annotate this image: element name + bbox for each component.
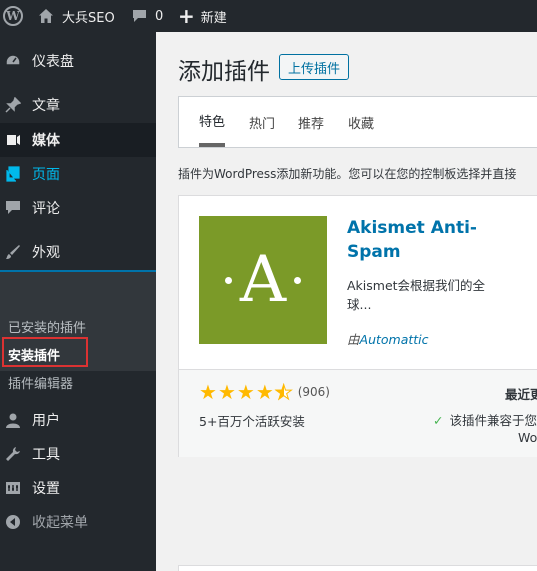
site-name-link[interactable]: 大兵SEO (38, 0, 115, 32)
brush-icon (6, 245, 20, 259)
submenu-installed-plugins[interactable]: 已安装的插件 (8, 317, 86, 336)
author-link[interactable]: Automattic (360, 332, 429, 347)
star-full-icon: ★ (217, 380, 236, 404)
logo-letter: A (239, 243, 287, 317)
menu-users-label: 用户 (32, 413, 60, 429)
star-full-icon: ★ (236, 380, 255, 404)
menu-media[interactable]: 媒体 (0, 123, 156, 157)
collapse-menu-label: 收起菜单 (32, 515, 88, 531)
star-full-icon: ★ (255, 380, 274, 404)
active-installs: 5+百万个活跃安装 (199, 414, 305, 429)
menu-settings-label: 设置 (32, 481, 60, 497)
menu-settings[interactable]: 设置 (0, 471, 156, 505)
menu-comments-label: 评论 (32, 201, 60, 217)
last-updated: 最近更 (505, 387, 537, 402)
menu-tools[interactable]: 工具 (0, 437, 156, 471)
plugin-name-link[interactable]: Akismet Anti-Spam (347, 216, 497, 264)
logo-dot-left (224, 276, 232, 284)
pin-icon (5, 97, 21, 113)
rating-count: (906) (297, 385, 330, 399)
menu-pages[interactable]: 页面 (0, 157, 156, 191)
menu-users[interactable]: 用户 (0, 403, 156, 437)
plugin-description: Akismet会根据我们的全球... (347, 278, 486, 312)
tab-popular[interactable]: 热门 (249, 97, 275, 147)
compatibility: ✓ 该插件兼容于您 (433, 410, 537, 429)
menu-appearance[interactable]: 外观 (0, 235, 156, 269)
star-half-icon: ★ (274, 380, 293, 404)
page-title: 添加插件 (178, 59, 270, 85)
logo-dot-right (294, 276, 302, 284)
star-rating: ★ ★ ★ ★ ★ (906) (199, 380, 330, 404)
plugin-card: A Akismet Anti-Spam Akismet会根据我们的全球... 由… (178, 195, 537, 457)
pages-icon (6, 166, 20, 182)
menu-posts[interactable]: 文章 (0, 88, 156, 122)
tab-featured[interactable]: 特色 (199, 97, 226, 147)
highlight-box (2, 337, 88, 367)
media-icon (7, 135, 20, 145)
author-prefix: 由 (347, 332, 360, 347)
dashboard-icon (5, 54, 21, 66)
page-description: 插件为WordPress添加新功能。您可以在您的控制板选择并直接 (178, 167, 517, 181)
user-icon (6, 413, 20, 428)
admin-bar: W 大兵SEO 0 + 新建 (0, 0, 537, 32)
plugin-filter-tabs: 特色 热门 推荐 收藏 (178, 96, 537, 148)
wordpress-logo-button[interactable]: W (0, 0, 26, 32)
comments-link[interactable]: 0 (132, 0, 163, 32)
settings-icon (6, 482, 20, 494)
site-name: 大兵SEO (62, 10, 115, 26)
comments-count: 0 (155, 8, 164, 24)
menu-pages-label: 页面 (32, 167, 60, 183)
collapse-menu-button[interactable]: 收起菜单 (0, 505, 156, 539)
home-icon (39, 9, 53, 23)
menu-media-label: 媒体 (32, 133, 60, 149)
tab-favorites[interactable]: 收藏 (348, 97, 374, 147)
wrench-icon (6, 447, 20, 461)
plugin-card-bottom: ★ ★ ★ ★ ★ (906) 5+百万个活跃安装 最近更 ✓ 该插件兼容于您 W… (179, 369, 537, 457)
star-full-icon: ★ (199, 380, 217, 404)
plus-icon: + (178, 4, 195, 28)
comment-icon (6, 201, 20, 214)
tab-recommended[interactable]: 推荐 (298, 97, 324, 147)
plugin-card-next (178, 565, 537, 571)
new-label: 新建 (200, 10, 227, 26)
comment-icon (133, 10, 146, 22)
plugin-author: 由Automattic (347, 329, 429, 348)
menu-tools-label: 工具 (32, 447, 60, 463)
menu-appearance-label: 外观 (32, 245, 60, 261)
upload-plugin-button[interactable]: 上传插件 (279, 54, 349, 80)
check-icon: ✓ (433, 413, 444, 428)
collapse-arrow-icon (6, 515, 20, 529)
wordpress-icon: W (3, 6, 23, 26)
menu-dashboard[interactable]: 仪表盘 (0, 44, 156, 78)
new-content-button[interactable]: + 新建 (178, 0, 227, 32)
wp-version-text: Wo (518, 430, 537, 445)
plugin-card-top: A Akismet Anti-Spam Akismet会根据我们的全球... 由… (179, 196, 537, 369)
submenu-plugin-editor[interactable]: 插件编辑器 (8, 373, 73, 392)
menu-comments[interactable]: 评论 (0, 191, 156, 225)
menu-dashboard-label: 仪表盘 (32, 54, 74, 70)
akismet-logo-icon[interactable]: A (199, 216, 327, 344)
compatibility-text: 该插件兼容于您 (449, 413, 537, 428)
menu-posts-label: 文章 (32, 98, 60, 114)
